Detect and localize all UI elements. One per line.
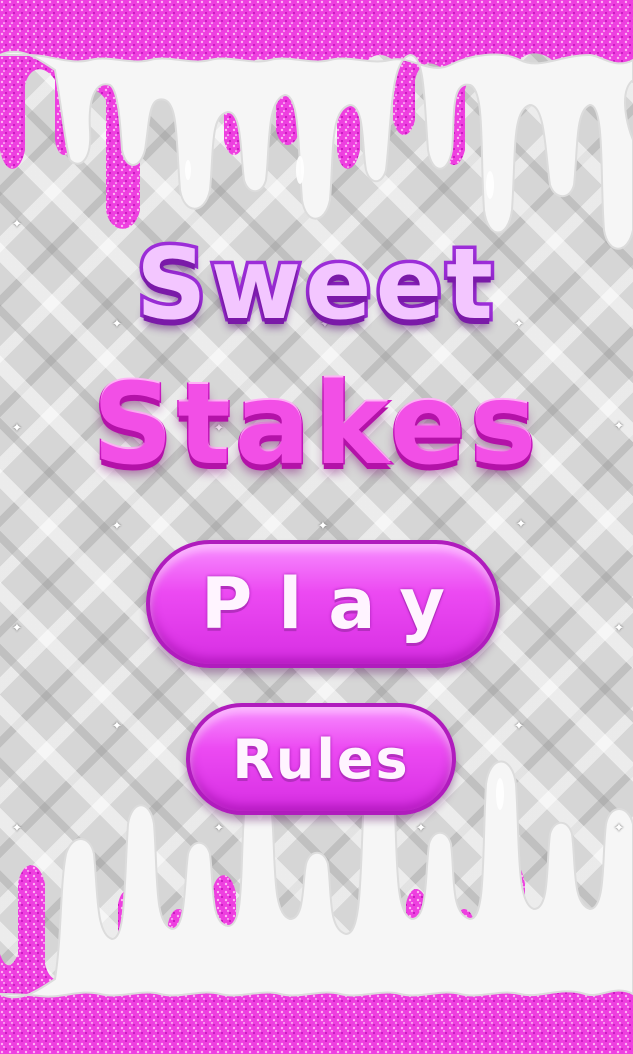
sparkle-icon: ✦ (415, 821, 427, 836)
sparkle-icon: ✦ (11, 821, 23, 836)
sparkle-icon: ✦ (515, 517, 527, 532)
title-sweet: Sweet (133, 225, 497, 346)
sparkle-icon: ✦ (513, 719, 525, 734)
sparkle-icon: ✦ (111, 519, 123, 534)
sparkle-icon: ✦ (613, 621, 625, 636)
rules-button[interactable]: Rules (186, 703, 456, 815)
sparkle-icon: ✦ (213, 821, 225, 836)
rules-button-label: Rules (232, 727, 410, 791)
sparkle-icon: ✦ (317, 519, 329, 534)
title-stakes: Stakes (91, 359, 541, 492)
play-button-label: Play (200, 563, 471, 645)
sparkle-icon: ✦ (111, 719, 123, 734)
sparkle-icon: ✦ (613, 821, 625, 836)
game-screen: ✦ ✦ ✦ ✦ ✦ ✦ ✦ ✦ ✦ ✦ ✦ ✦ ✦ ✦ ✦ ✦ ✦ ✦ Swee… (0, 0, 633, 1054)
play-button[interactable]: Play (146, 540, 500, 668)
sparkle-icon: ✦ (11, 621, 23, 636)
